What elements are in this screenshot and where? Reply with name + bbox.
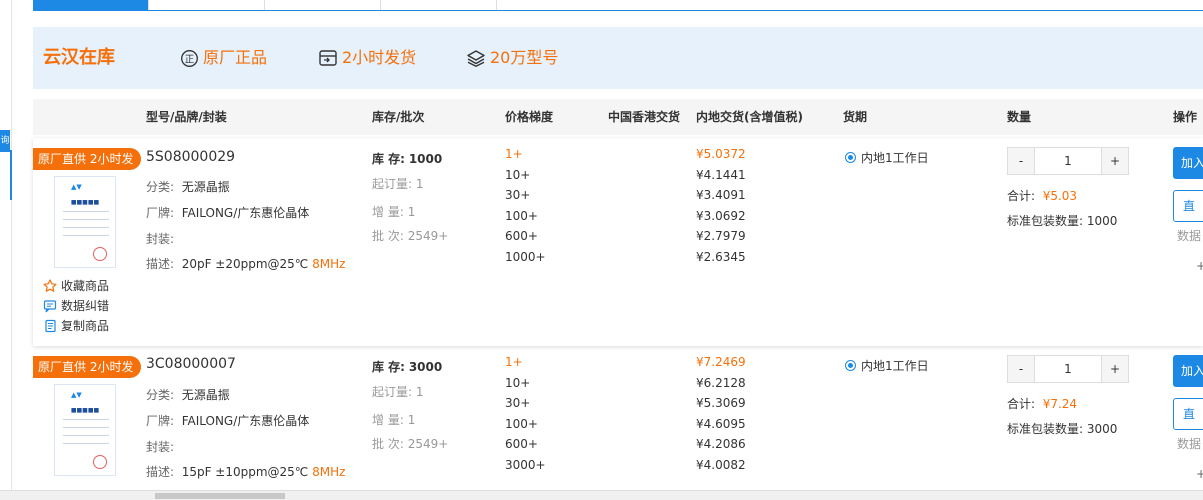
star-icon xyxy=(43,279,57,292)
datasheet-link[interactable]: 数据 xyxy=(1177,435,1201,452)
radio-selected-icon xyxy=(845,152,856,163)
batch-field: 批 次: 2549+ xyxy=(372,437,449,451)
batch-field: 批 次: 2549+ xyxy=(372,229,449,243)
lead-time-radio[interactable]: 内地1工作日 xyxy=(845,149,929,166)
col-lead: 货期 xyxy=(843,110,868,124)
mainland-prices: ¥7.2469 ¥6.2128 ¥5.3069 ¥4.6095 ¥4.2086 … xyxy=(696,355,746,472)
table-row: 原厂直供 2小时发 ▲▼ ■■■■■ 3C08000007 分类: 无源晶振 厂… xyxy=(33,350,1203,500)
buy-now-button[interactable]: 直 xyxy=(1173,398,1203,430)
banner-title: 云汉在库 xyxy=(43,47,115,68)
inquiry-tab[interactable]: 询 xyxy=(0,130,10,152)
product-actions: 收藏商品 数据纠错 复制商品 xyxy=(43,276,109,336)
layers-icon xyxy=(467,50,485,67)
moq-field: 起订量: 1 xyxy=(372,385,424,399)
increment-field: 增 量: 1 xyxy=(372,413,416,427)
tab-3[interactable] xyxy=(265,0,381,10)
copy-product-link[interactable]: 复制商品 xyxy=(43,316,109,336)
in-stock-banner: 云汉在库 正 原厂正品 2小时发货 20万型号 xyxy=(33,27,1203,89)
table-header: 型号/品牌/封装 库存/批次 价格梯度 中国香港交货 内地交货(含增值税) 货期… xyxy=(33,99,1203,135)
horizontal-scrollbar[interactable] xyxy=(0,490,1203,500)
datasheet-link[interactable]: 数据 xyxy=(1177,227,1201,244)
total-field: 合计: ¥7.24 xyxy=(1007,397,1078,411)
radio-selected-icon xyxy=(845,360,856,371)
shipping-box-icon xyxy=(319,50,337,66)
total-field: 合计: ¥5.03 xyxy=(1007,189,1078,203)
more-options[interactable]: + xyxy=(1196,259,1203,273)
direct-supply-badge: 原厂直供 2小时发 xyxy=(33,148,141,170)
report-error-link[interactable]: 数据纠错 xyxy=(43,296,109,316)
authorization-certificate-image[interactable]: ▲▼ ■■■■■ xyxy=(54,176,116,268)
std-pack-field: 标准包装数量: 1000 xyxy=(1007,214,1118,228)
quantity-stepper: - 1 + xyxy=(1007,147,1129,175)
increase-button[interactable]: + xyxy=(1102,356,1128,382)
quantity-stepper: - 1 + xyxy=(1007,355,1129,383)
col-stock: 库存/批次 xyxy=(372,110,425,124)
col-qty: 数量 xyxy=(1007,110,1032,124)
tab-2[interactable] xyxy=(149,0,265,10)
genuine-seal-icon: 正 xyxy=(181,49,198,67)
package-field: 封装: xyxy=(146,440,175,454)
feature-models: 20万型号 xyxy=(466,27,558,89)
price-tiers: 1+ 10+ 30+ 100+ 600+ 3000+ xyxy=(505,355,546,472)
col-cn: 内地交货(含增值税) xyxy=(696,110,803,124)
col-tiers: 价格梯度 xyxy=(505,110,554,124)
svg-text:正: 正 xyxy=(185,54,195,65)
authorization-certificate-image[interactable]: ▲▼ ■■■■■ xyxy=(54,384,116,476)
add-to-cart-button[interactable]: 加入 xyxy=(1173,355,1203,387)
increase-button[interactable]: + xyxy=(1102,148,1128,174)
lead-time-radio[interactable]: 内地1工作日 xyxy=(845,357,929,374)
quantity-input[interactable]: 1 xyxy=(1034,356,1102,382)
more-options[interactable]: + xyxy=(1196,467,1203,481)
feedback-icon xyxy=(43,300,57,313)
package-field: 封装: xyxy=(146,232,175,246)
copy-icon xyxy=(45,319,56,333)
price-tiers: 1+ 10+ 30+ 100+ 600+ 1000+ xyxy=(505,147,546,264)
table-row: 原厂直供 2小时发 ▲▼ ■■■■■ 收藏商品 数据纠错 复制商品 5S0800… xyxy=(33,138,1203,346)
part-number-link[interactable]: 3C08000007 xyxy=(146,356,236,372)
scrollbar-thumb[interactable] xyxy=(155,493,285,499)
moq-field: 起订量: 1 xyxy=(372,177,424,191)
left-sidebar: 询 xyxy=(0,0,12,500)
add-to-cart-button[interactable]: 加入 xyxy=(1173,147,1203,179)
mainland-prices: ¥5.0372 ¥4.1441 ¥3.4091 ¥3.0692 ¥2.7979 … xyxy=(696,147,746,264)
buy-now-button[interactable]: 直 xyxy=(1173,190,1203,222)
description-field: 描述: 15pF ±10ppm@25℃ 8MHz xyxy=(146,465,346,479)
decrease-button[interactable]: - xyxy=(1008,148,1034,174)
category-field: 分类: 无源晶振 xyxy=(146,388,230,402)
page: 询 云汉在库 正 原厂正品 2小时发货 20万型号 型号/品牌/封装 库存/批次… xyxy=(0,0,1203,500)
decrease-button[interactable]: - xyxy=(1008,356,1034,382)
stock-field: 库 存: 3000 xyxy=(372,360,443,374)
tab-4[interactable] xyxy=(381,0,497,10)
col-model: 型号/品牌/封装 xyxy=(146,110,227,124)
stock-field: 库 存: 1000 xyxy=(372,152,443,166)
direct-supply-badge: 原厂直供 2小时发 xyxy=(33,356,141,378)
brand-field: 厂牌: FAILONG/广东惠伦晶体 xyxy=(146,206,310,220)
favorite-product-link[interactable]: 收藏商品 xyxy=(43,276,109,296)
category-field: 分类: 无源晶振 xyxy=(146,180,230,194)
description-field: 描述: 20pF ±20ppm@25℃ 8MHz xyxy=(146,257,346,271)
std-pack-field: 标准包装数量: 3000 xyxy=(1007,422,1118,436)
brand-field: 厂牌: FAILONG/广东惠伦晶体 xyxy=(146,414,310,428)
part-number-link[interactable]: 5S08000029 xyxy=(146,149,235,165)
feature-genuine: 正 原厂正品 xyxy=(180,27,267,89)
tab-active[interactable] xyxy=(33,0,149,10)
col-hk: 中国香港交货 xyxy=(608,110,681,124)
col-ops: 操作 xyxy=(1173,110,1198,124)
feature-shipping: 2小时发货 xyxy=(318,27,416,89)
increment-field: 增 量: 1 xyxy=(372,205,416,219)
quantity-input[interactable]: 1 xyxy=(1034,148,1102,174)
tab-bar xyxy=(33,0,1203,11)
